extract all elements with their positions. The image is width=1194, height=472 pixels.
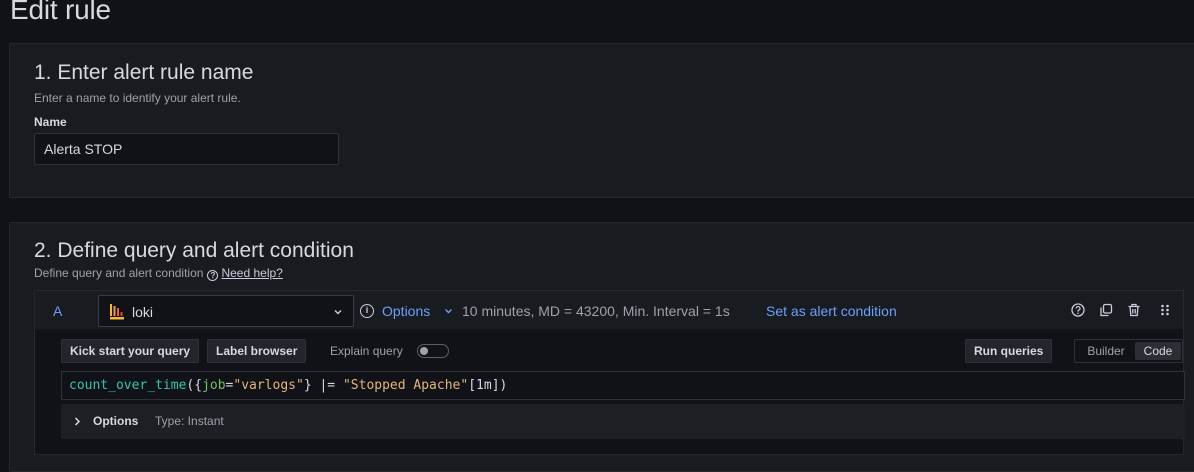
section-rule-name: 1. Enter alert rule name Enter a name to…	[9, 43, 1194, 198]
expr-punct: ({	[186, 378, 203, 393]
section-description: Enter a name to identify your alert rule…	[34, 91, 241, 105]
expr-label-key: job	[202, 378, 226, 393]
section-description-text: Define query and alert condition	[34, 266, 204, 280]
expr-label-value: "varlogs"	[233, 378, 304, 393]
expr-punct: [	[468, 378, 477, 393]
label-browser-button[interactable]: Label browser	[207, 339, 307, 363]
editor-mode-toggle: Builder Code	[1074, 339, 1183, 363]
chevron-right-icon	[74, 417, 81, 426]
copy-icon[interactable]	[1099, 303, 1113, 317]
info-icon[interactable]: i	[360, 304, 374, 318]
query-options-toggle[interactable]: Options	[382, 303, 430, 319]
loki-logo-icon	[110, 304, 124, 320]
query-code-editor[interactable]: count_over_time({job="varlogs"} |= "Stop…	[61, 371, 1185, 400]
datasource-picker[interactable]: loki	[98, 295, 354, 327]
builder-mode-button[interactable]: Builder	[1077, 342, 1135, 360]
expr-punct: ])	[491, 378, 508, 393]
explain-query-label: Explain query	[330, 344, 403, 358]
section-query: 2. Define query and alert condition Defi…	[9, 222, 1194, 472]
section-title: 2. Define query and alert condition	[34, 239, 354, 262]
query-row: A loki i Options 10 minutes, MD = 43200,…	[34, 290, 1185, 455]
expr-range: 1m	[476, 378, 492, 393]
rule-name-input[interactable]	[34, 133, 339, 165]
drag-handle-icon[interactable]	[1159, 303, 1171, 317]
datasource-name: loki	[132, 304, 154, 320]
trash-icon[interactable]	[1127, 303, 1141, 317]
need-help-link[interactable]: Need help?	[221, 266, 282, 280]
help-icon: ?	[207, 270, 219, 281]
chevron-down-icon[interactable]	[444, 307, 453, 315]
explain-query-toggle[interactable]	[417, 344, 449, 358]
expr-punct: } |=	[303, 378, 343, 393]
toggle-knob	[420, 347, 428, 355]
chevron-down-icon	[334, 310, 342, 315]
kick-start-query-button[interactable]: Kick start your query	[61, 339, 200, 363]
section-title: 1. Enter alert rule name	[34, 61, 254, 84]
options-label: Options	[93, 414, 139, 428]
page-title: Edit rule	[10, 0, 111, 25]
expr-function: count_over_time	[69, 378, 187, 393]
name-label: Name	[34, 115, 67, 129]
query-options-bar[interactable]: Options Type: Instant	[61, 404, 1185, 439]
query-type-summary: Type: Instant	[155, 414, 224, 428]
expr-filter-string: "Stopped Apache"	[342, 378, 469, 393]
help-icon[interactable]	[1071, 303, 1085, 317]
run-queries-button[interactable]: Run queries	[965, 339, 1053, 363]
section-description: Define query and alert condition? Need he…	[34, 266, 283, 281]
query-header: A loki i Options 10 minutes, MD = 43200,…	[35, 291, 1183, 329]
query-options-summary: 10 minutes, MD = 43200, Min. Interval = …	[462, 303, 730, 319]
set-alert-condition-link[interactable]: Set as alert condition	[766, 303, 897, 319]
code-mode-button[interactable]: Code	[1135, 342, 1181, 360]
query-ref-id[interactable]: A	[53, 303, 62, 319]
